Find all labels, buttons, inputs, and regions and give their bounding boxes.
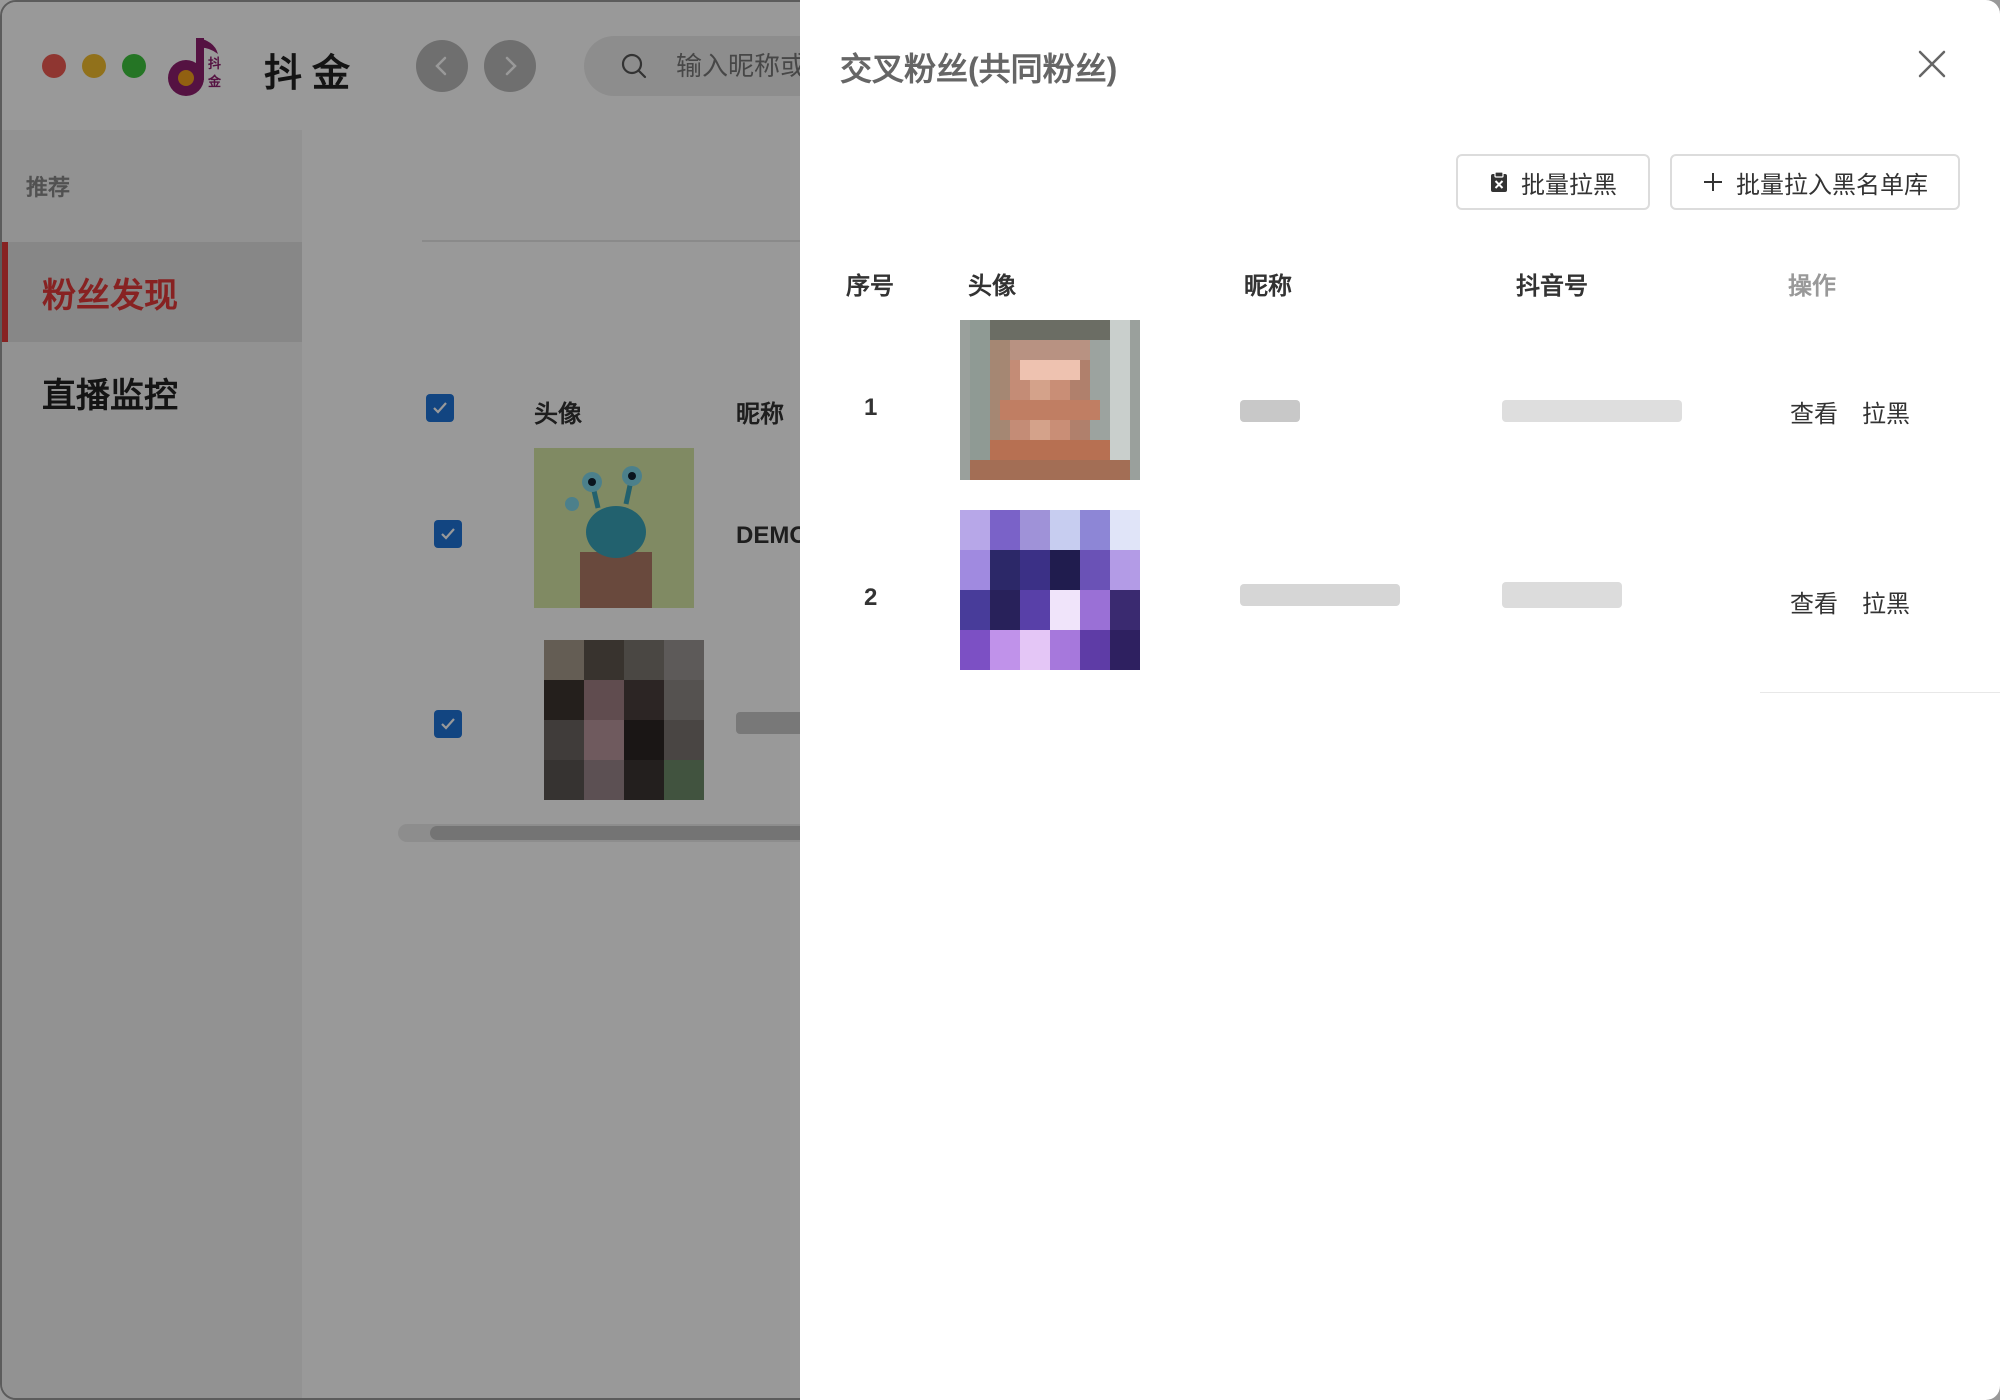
view-link[interactable]: 查看	[1790, 394, 1838, 429]
nickname-redacted	[1240, 400, 1300, 422]
column-header-douyin-id: 抖音号	[1516, 273, 1588, 300]
clipboard-x-icon	[1491, 171, 1507, 192]
table-row: 1 查看 拉黑	[800, 314, 2000, 504]
column-header-nickname: 昵称	[1244, 273, 1292, 300]
column-header-actions: 操作	[1788, 273, 1836, 300]
batch-add-blacklist-label: 批量拉入黑名单库	[1736, 171, 1928, 199]
view-link[interactable]: 查看	[1790, 584, 1838, 619]
batch-add-blacklist-button[interactable]: 批量拉入黑名单库	[1670, 154, 1960, 210]
nickname-redacted	[1240, 584, 1400, 606]
douyin-id-redacted	[1502, 582, 1622, 608]
avatar	[960, 320, 1140, 480]
table-row: 2 查看 拉黑	[800, 504, 2000, 694]
avatar	[960, 510, 1140, 670]
row-index: 1	[864, 394, 878, 421]
plus-icon	[1704, 173, 1722, 191]
column-header-index: 序号	[846, 273, 894, 300]
row-index: 2	[864, 584, 878, 611]
column-header-avatar: 头像	[968, 273, 1016, 300]
cross-fans-drawer: 交叉粉丝(共同粉丝) 批量拉黑 批量拉入黑名单库 序号 头像 昵称 抖音号 操作…	[800, 0, 2000, 1400]
divider	[1760, 692, 2000, 693]
batch-block-label: 批量拉黑	[1521, 171, 1617, 199]
block-link[interactable]: 拉黑	[1862, 584, 1910, 619]
drawer-title: 交叉粉丝(共同粉丝)	[840, 51, 1118, 87]
batch-block-button[interactable]: 批量拉黑	[1456, 154, 1650, 210]
close-icon[interactable]	[1912, 44, 1952, 84]
douyin-id-redacted	[1502, 400, 1682, 422]
block-link[interactable]: 拉黑	[1862, 394, 1910, 429]
